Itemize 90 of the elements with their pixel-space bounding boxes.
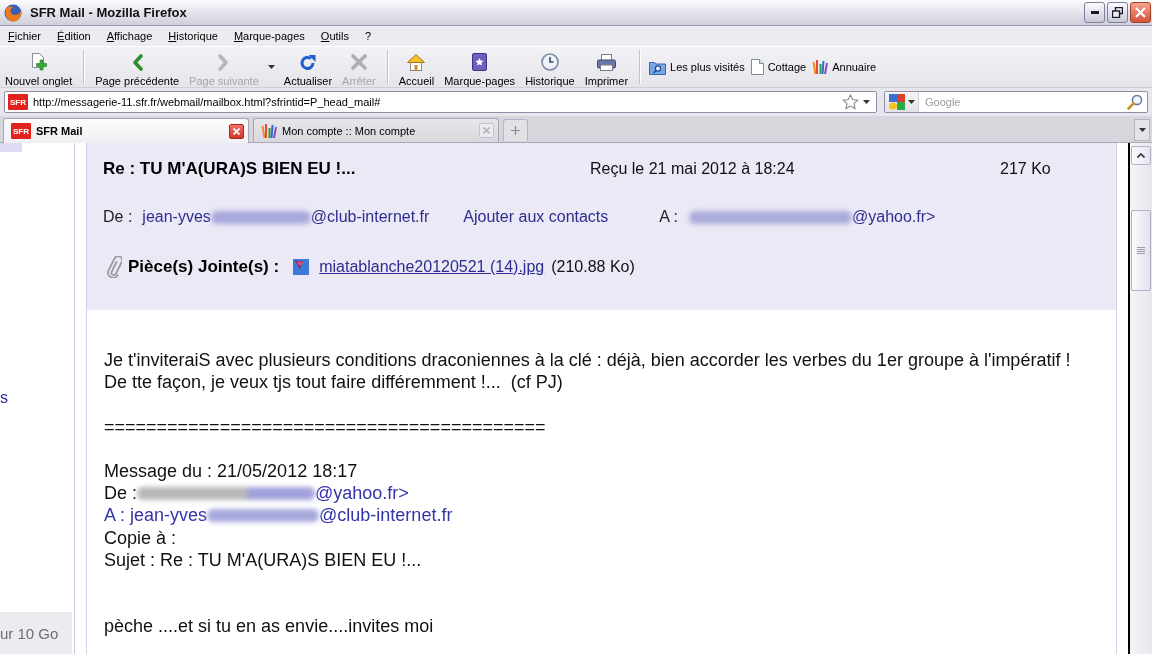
toolbar-button[interactable]: Page précédente <box>90 47 185 87</box>
page-icon <box>750 59 764 75</box>
caret-icon <box>908 100 915 104</box>
caret-icon <box>1138 128 1146 132</box>
search-button[interactable] <box>1127 94 1143 110</box>
add-contact-link[interactable]: Ajouter aux contacts <box>463 208 609 226</box>
restore-icon <box>1112 7 1123 18</box>
search-engine-icon <box>889 94 905 110</box>
message-text: Je t'inviteraiS avec plusieurs conditions draconiennes à la clé : déjà, bien accorder les verbes du 1er groupe à l'impératif ! <box>104 349 1071 372</box>
bookmark-item[interactable]: Cottage <box>747 59 810 75</box>
message-text: pèche ....et si tu en as envie....invites moi <box>104 615 434 638</box>
email-link[interactable]: @yahoo.fr> <box>137 482 409 505</box>
menu-item[interactable]: ? <box>356 30 380 42</box>
menu-item[interactable]: Fichier <box>0 30 50 42</box>
colored-bars-icon <box>261 122 277 139</box>
tab-close-button[interactable] <box>229 123 244 139</box>
message-size: 217 Ko <box>1000 160 1051 178</box>
restore-button[interactable] <box>1107 2 1128 23</box>
window-title: SFR Mail - Mozilla Firefox <box>30 5 188 20</box>
address-field[interactable]: SFR http://messagerie-11.sfr.fr/webmail/mailbox.html?sfrintid=P_head_mail# <box>4 91 877 113</box>
chevron-left-icon <box>131 53 143 71</box>
storage-quota: ur 10 Go <box>0 612 72 654</box>
attachment-size: (210.88 Ko) <box>551 258 635 276</box>
sender-email-link[interactable]: jean-yves @club-internet.fr <box>142 208 430 226</box>
menu-item[interactable]: Marque-pages <box>225 30 313 42</box>
bookmark-star-button[interactable] <box>842 94 859 110</box>
close-icon <box>233 127 240 135</box>
toolbar-button[interactable]: Imprimer <box>579 47 634 87</box>
star-icon <box>842 94 859 110</box>
attachment-link[interactable]: miatablanche20120521 (14).jpg <box>319 258 545 276</box>
attachments-label: Pièce(s) Jointe(s) : <box>128 257 280 277</box>
caret-icon <box>267 65 275 69</box>
scrollbar-thumb[interactable] <box>1131 210 1151 291</box>
grip-icon <box>1137 247 1145 254</box>
image-file-icon <box>293 259 310 275</box>
scroll-up-button[interactable] <box>1131 146 1151 165</box>
menu-item[interactable]: Outils <box>312 30 357 42</box>
home-icon <box>407 53 426 71</box>
app-logo-icon <box>4 3 22 22</box>
address-label: De : <box>104 482 137 505</box>
quoted-header-text: Sujet : Re : TU M'A(URA)S BIEN EU !... <box>104 548 422 571</box>
minimize-button[interactable] <box>1084 2 1105 23</box>
stop-icon <box>350 54 367 70</box>
book-icon <box>472 53 488 71</box>
separator-text: ========================================== <box>104 415 546 438</box>
sidebar-link[interactable]: s <box>0 389 8 407</box>
menu-item[interactable]: Historique <box>160 30 226 42</box>
sidebar-item-highlight <box>0 143 22 152</box>
close-icon <box>1135 7 1146 18</box>
close-button[interactable] <box>1130 2 1151 23</box>
toolbar-button[interactable]: Accueil <box>393 47 440 87</box>
page-plus-icon <box>29 53 48 71</box>
bookmark-item[interactable]: Annuaire <box>809 59 880 75</box>
printer-icon <box>596 53 616 71</box>
menu-item[interactable]: Édition <box>49 30 99 42</box>
toolbar-button[interactable]: Historique <box>520 47 580 87</box>
message-subject: Re : TU M'A(URA)S BIEN EU !... <box>103 159 356 179</box>
clock-icon <box>540 53 559 71</box>
tab[interactable]: SFR SFR Mail <box>3 118 249 143</box>
site-logo: SFR <box>8 94 28 110</box>
tab[interactable]: Mon compte :: Mon compte <box>253 118 499 142</box>
history-dropdown-button[interactable] <box>863 100 870 104</box>
recipient-email-link[interactable]: @yahoo.fr> <box>689 208 936 226</box>
chevron-right-icon <box>218 53 230 71</box>
toolbar-button[interactable]: Marque-pages <box>439 47 521 87</box>
plus-icon <box>511 126 520 135</box>
toolbar-button[interactable]: Nouvel onglet <box>0 47 78 87</box>
quoted-header-text: Copie à : <box>104 526 177 549</box>
bookmark-item[interactable]: Les plus visités <box>646 59 748 75</box>
sender-label: De : <box>103 208 133 226</box>
new-tab-button[interactable] <box>503 119 528 141</box>
email-link[interactable]: A : jean-yves @club-internet.fr <box>104 504 453 527</box>
minimize-icon <box>1090 11 1099 14</box>
paperclip-icon <box>106 256 122 278</box>
tab-list-button[interactable] <box>1134 119 1150 141</box>
site-logo: SFR <box>11 123 31 139</box>
arrow-up-icon <box>1137 153 1145 158</box>
message-text: De tte façon, je veux tjs tout faire différemment !... (cf PJ) <box>104 371 563 394</box>
reload-icon <box>299 53 317 71</box>
toolbar-button[interactable]: Actualiser <box>278 47 338 87</box>
received-date: Reçu le 21 mai 2012 à 18:24 <box>590 160 795 178</box>
colored-bars-icon <box>812 59 829 75</box>
folder-search-icon <box>649 59 667 75</box>
caret-icon <box>863 100 870 104</box>
recipient-label: A : <box>659 208 678 226</box>
close-icon <box>483 127 490 134</box>
quoted-header-text: Message du : 21/05/2012 18:17 <box>104 460 358 483</box>
search-icon <box>1127 94 1143 110</box>
menu-item[interactable]: Affichage <box>98 30 161 42</box>
search-engine-button[interactable] <box>885 92 919 112</box>
